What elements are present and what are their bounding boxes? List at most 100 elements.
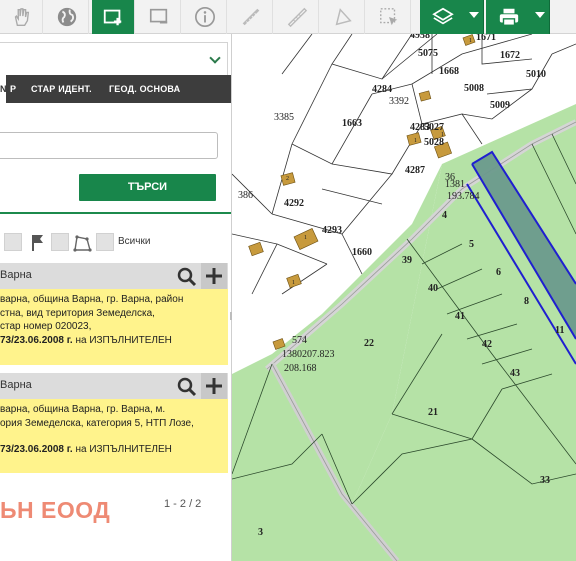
pan-tool-button[interactable] <box>0 0 43 34</box>
map-label: 1668 <box>439 66 459 77</box>
map-label: 1660 <box>352 247 372 258</box>
hand-icon <box>14 8 30 26</box>
section-divider <box>0 212 231 214</box>
result-card-header: Варна <box>0 373 228 399</box>
map-label: 33 <box>540 475 550 486</box>
flag-icon[interactable] <box>29 233 45 253</box>
tab-cut[interactable]: N <box>0 75 6 103</box>
select-area-button[interactable] <box>368 0 411 34</box>
globe-button[interactable] <box>46 0 89 34</box>
pagination-label: 1 - 2 / 2 <box>164 498 202 510</box>
map-label: 5009 <box>490 100 510 111</box>
measure-area-button[interactable] <box>322 0 365 34</box>
map-label: 1663 <box>342 118 362 129</box>
search-panel: N Р СТАР ИДЕНТ. ГЕОД. ОСНОВА ТЪРСИ Всичк… <box>0 34 232 561</box>
filter-parcel-toggle[interactable] <box>4 233 22 251</box>
chevron-down-icon <box>209 52 221 64</box>
map-label: 4287 <box>405 165 425 176</box>
result-card-header: Варна <box>0 263 228 289</box>
layers-menu-button[interactable] <box>420 0 484 34</box>
map-label: 4292 <box>284 198 304 209</box>
measure-line-icon <box>242 8 260 26</box>
tab-geod-base[interactable]: ГЕОД. ОСНОВА <box>109 75 180 103</box>
print-icon <box>499 8 518 26</box>
search-button[interactable]: ТЪРСИ <box>79 174 216 201</box>
map-label: 1 <box>414 138 417 144</box>
map-label: 386 <box>238 190 253 201</box>
info-button[interactable] <box>184 0 227 34</box>
map-label: 5028 <box>424 137 444 148</box>
search-type-select[interactable] <box>0 42 228 78</box>
polygon-icon[interactable] <box>72 234 92 252</box>
select-area-icon <box>380 8 398 26</box>
layers-icon <box>431 7 454 25</box>
map-label: 4958 <box>410 34 430 41</box>
info-icon <box>195 7 215 27</box>
chevron-down-icon <box>535 12 545 18</box>
map-label: 1672 <box>500 50 520 61</box>
map-label: 41 <box>455 311 465 322</box>
map-label: 42 <box>482 339 492 350</box>
map-label: 4293 <box>322 225 342 236</box>
map-label: 1 <box>441 132 444 138</box>
map-label: 4 <box>442 210 447 221</box>
tab-old-ident[interactable]: СТАР ИДЕНТ. <box>31 75 92 103</box>
map-label: 6 <box>496 267 501 278</box>
window-minus-icon <box>149 8 168 24</box>
map-label: 5075 <box>418 48 438 59</box>
map-label: 21 <box>428 407 438 418</box>
search-icon[interactable] <box>176 266 198 288</box>
globe-icon <box>57 7 77 27</box>
add-frame-button[interactable] <box>92 0 135 34</box>
map-label: 11 <box>555 325 564 336</box>
map-label: 4284 <box>372 84 392 95</box>
print-menu-button[interactable] <box>486 0 550 34</box>
map-label: 5008 <box>464 83 484 94</box>
add-frame-icon <box>103 9 122 26</box>
map-label: 3 <box>258 527 263 538</box>
owner-watermark: ЬН ЕООД <box>0 497 111 523</box>
map-label: 207.823 <box>302 349 335 360</box>
map-label: 193.784 <box>447 191 480 202</box>
result-card: Варна варна, община Варна, гр. Варна, ра… <box>0 263 228 365</box>
add-icon[interactable] <box>201 263 227 289</box>
map-canvas[interactable]: 4958 16715075 16721668 50104284 50083392 5009… <box>232 34 576 561</box>
ruler-icon <box>287 7 308 28</box>
map-label: 39 <box>402 255 412 266</box>
map-label: 22 <box>364 338 374 349</box>
map-label: 1 <box>292 280 295 286</box>
object-type-filters: Всички <box>0 231 231 253</box>
map-label: 1380 <box>282 349 302 360</box>
result-title: Варна <box>0 379 32 391</box>
map-label: 208.168 <box>284 363 317 374</box>
add-icon[interactable] <box>201 373 227 399</box>
map-label: 1671 <box>476 34 496 43</box>
filter-all-toggle[interactable] <box>96 233 114 251</box>
map-label: 5 <box>469 239 474 250</box>
map-label: 40 <box>428 283 438 294</box>
map-label: 43 <box>510 368 520 379</box>
measure-area-icon <box>335 8 352 26</box>
tab-partial[interactable]: Р <box>10 75 16 103</box>
result-card: Варна варна, община Варна, гр. Варна, м.… <box>0 373 228 473</box>
map-label: 3392 <box>389 96 409 107</box>
search-tabs: N Р СТАР ИДЕНТ. ГЕОД. ОСНОВА <box>0 75 231 103</box>
measure-line-button[interactable] <box>230 0 273 34</box>
map-label: 1 <box>304 235 307 241</box>
result-title: Варна <box>0 269 32 281</box>
map-label: 2 <box>286 176 289 182</box>
filter-building-toggle[interactable] <box>51 233 69 251</box>
map-toolbar <box>0 0 576 34</box>
ruler-button[interactable] <box>276 0 319 34</box>
cadastral-map[interactable]: 4958 1671 5075 1672 1668 5010 4284 5008 3392 5009… <box>232 34 576 561</box>
map-label: 5010 <box>526 69 546 80</box>
search-icon[interactable] <box>176 376 198 398</box>
result-details: варна, община Варна, гр. Варна, район ст… <box>0 294 184 346</box>
remove-frame-button[interactable] <box>138 0 181 34</box>
search-input[interactable] <box>0 132 218 159</box>
map-label: 1 <box>469 38 472 44</box>
filter-all-label: Всички <box>118 236 151 247</box>
result-details: варна, община Варна, гр. Варна, м. ория … <box>0 404 194 455</box>
chevron-down-icon <box>469 12 479 18</box>
map-label: 1381 <box>445 179 465 190</box>
